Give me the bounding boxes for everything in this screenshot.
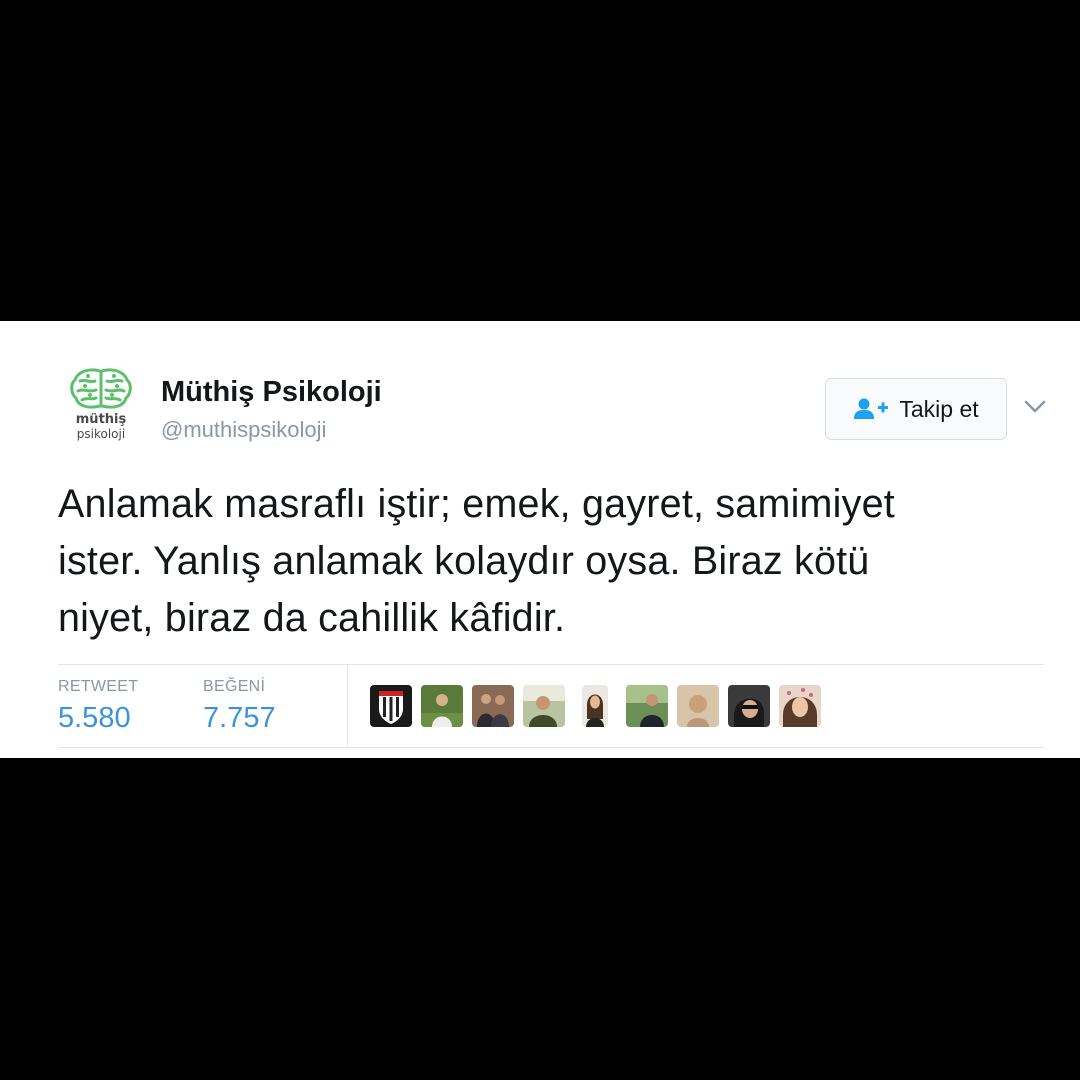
liker-avatar-3[interactable] bbox=[472, 685, 514, 727]
person-photo-icon bbox=[677, 685, 719, 727]
person-photo-icon bbox=[626, 685, 668, 727]
stats-divider-vertical bbox=[347, 665, 348, 747]
tweet-text: Anlamak masraflı iştir; emek, gayret, sa… bbox=[58, 476, 1058, 647]
author-handle[interactable]: @muthispsikoloji bbox=[161, 417, 326, 443]
liker-avatar-2[interactable] bbox=[421, 685, 463, 727]
liker-avatar-9[interactable] bbox=[779, 685, 821, 727]
follow-button-label: Takip et bbox=[899, 395, 979, 422]
like-count[interactable]: BEĞENİ 7.757 bbox=[203, 678, 276, 735]
liker-avatar-4[interactable] bbox=[523, 685, 565, 727]
liker-avatar-5[interactable] bbox=[582, 685, 608, 727]
avatar-text-line2: psikoloji bbox=[76, 427, 126, 441]
like-label: BEĞENİ bbox=[203, 678, 266, 695]
like-value: 7.757 bbox=[203, 702, 276, 734]
liker-avatar-1[interactable] bbox=[370, 685, 412, 727]
liker-avatar-8[interactable] bbox=[728, 685, 770, 727]
avatar-text-line1: müthiş bbox=[75, 412, 127, 427]
tweet-card: müthiş psikoloji Müthiş Psikoloji @muthi… bbox=[0, 321, 1080, 758]
person-photo-icon bbox=[421, 685, 463, 727]
retweet-value: 5.580 bbox=[58, 702, 131, 734]
person-photo-icon bbox=[523, 685, 565, 727]
person-photo-icon bbox=[728, 685, 770, 727]
author-avatar[interactable]: müthiş psikoloji bbox=[68, 367, 134, 457]
retweet-count[interactable]: RETWEET 5.580 bbox=[58, 678, 138, 735]
person-photo-icon bbox=[582, 685, 608, 727]
tweet-text-line-1: Anlamak masraflı iştir; emek, gayret, sa… bbox=[58, 482, 895, 526]
tweet-text-line-3: niyet, biraz da cahillik kâfidir. bbox=[58, 596, 566, 640]
add-user-icon bbox=[854, 398, 889, 419]
chevron-down-icon[interactable] bbox=[1023, 397, 1047, 417]
retweet-label: RETWEET bbox=[58, 678, 139, 695]
brain-logo-icon bbox=[70, 368, 132, 409]
person-photo-icon bbox=[779, 685, 821, 727]
liker-avatar-7[interactable] bbox=[677, 685, 719, 727]
author-display-name[interactable]: Müthiş Psikoloji bbox=[161, 376, 382, 409]
liker-avatar-6[interactable] bbox=[626, 685, 668, 727]
screenshot-frame: müthiş psikoloji Müthiş Psikoloji @muthi… bbox=[0, 0, 1080, 1080]
person-photo-icon bbox=[472, 685, 514, 727]
follow-button[interactable]: Takip et bbox=[825, 378, 1007, 440]
stats-divider-top bbox=[58, 664, 1044, 665]
tweet-text-line-2: ister. Yanlış anlamak kolaydır oysa. Bir… bbox=[58, 539, 870, 583]
team-crest-icon bbox=[370, 685, 412, 727]
stats-divider-bottom bbox=[58, 747, 1044, 748]
